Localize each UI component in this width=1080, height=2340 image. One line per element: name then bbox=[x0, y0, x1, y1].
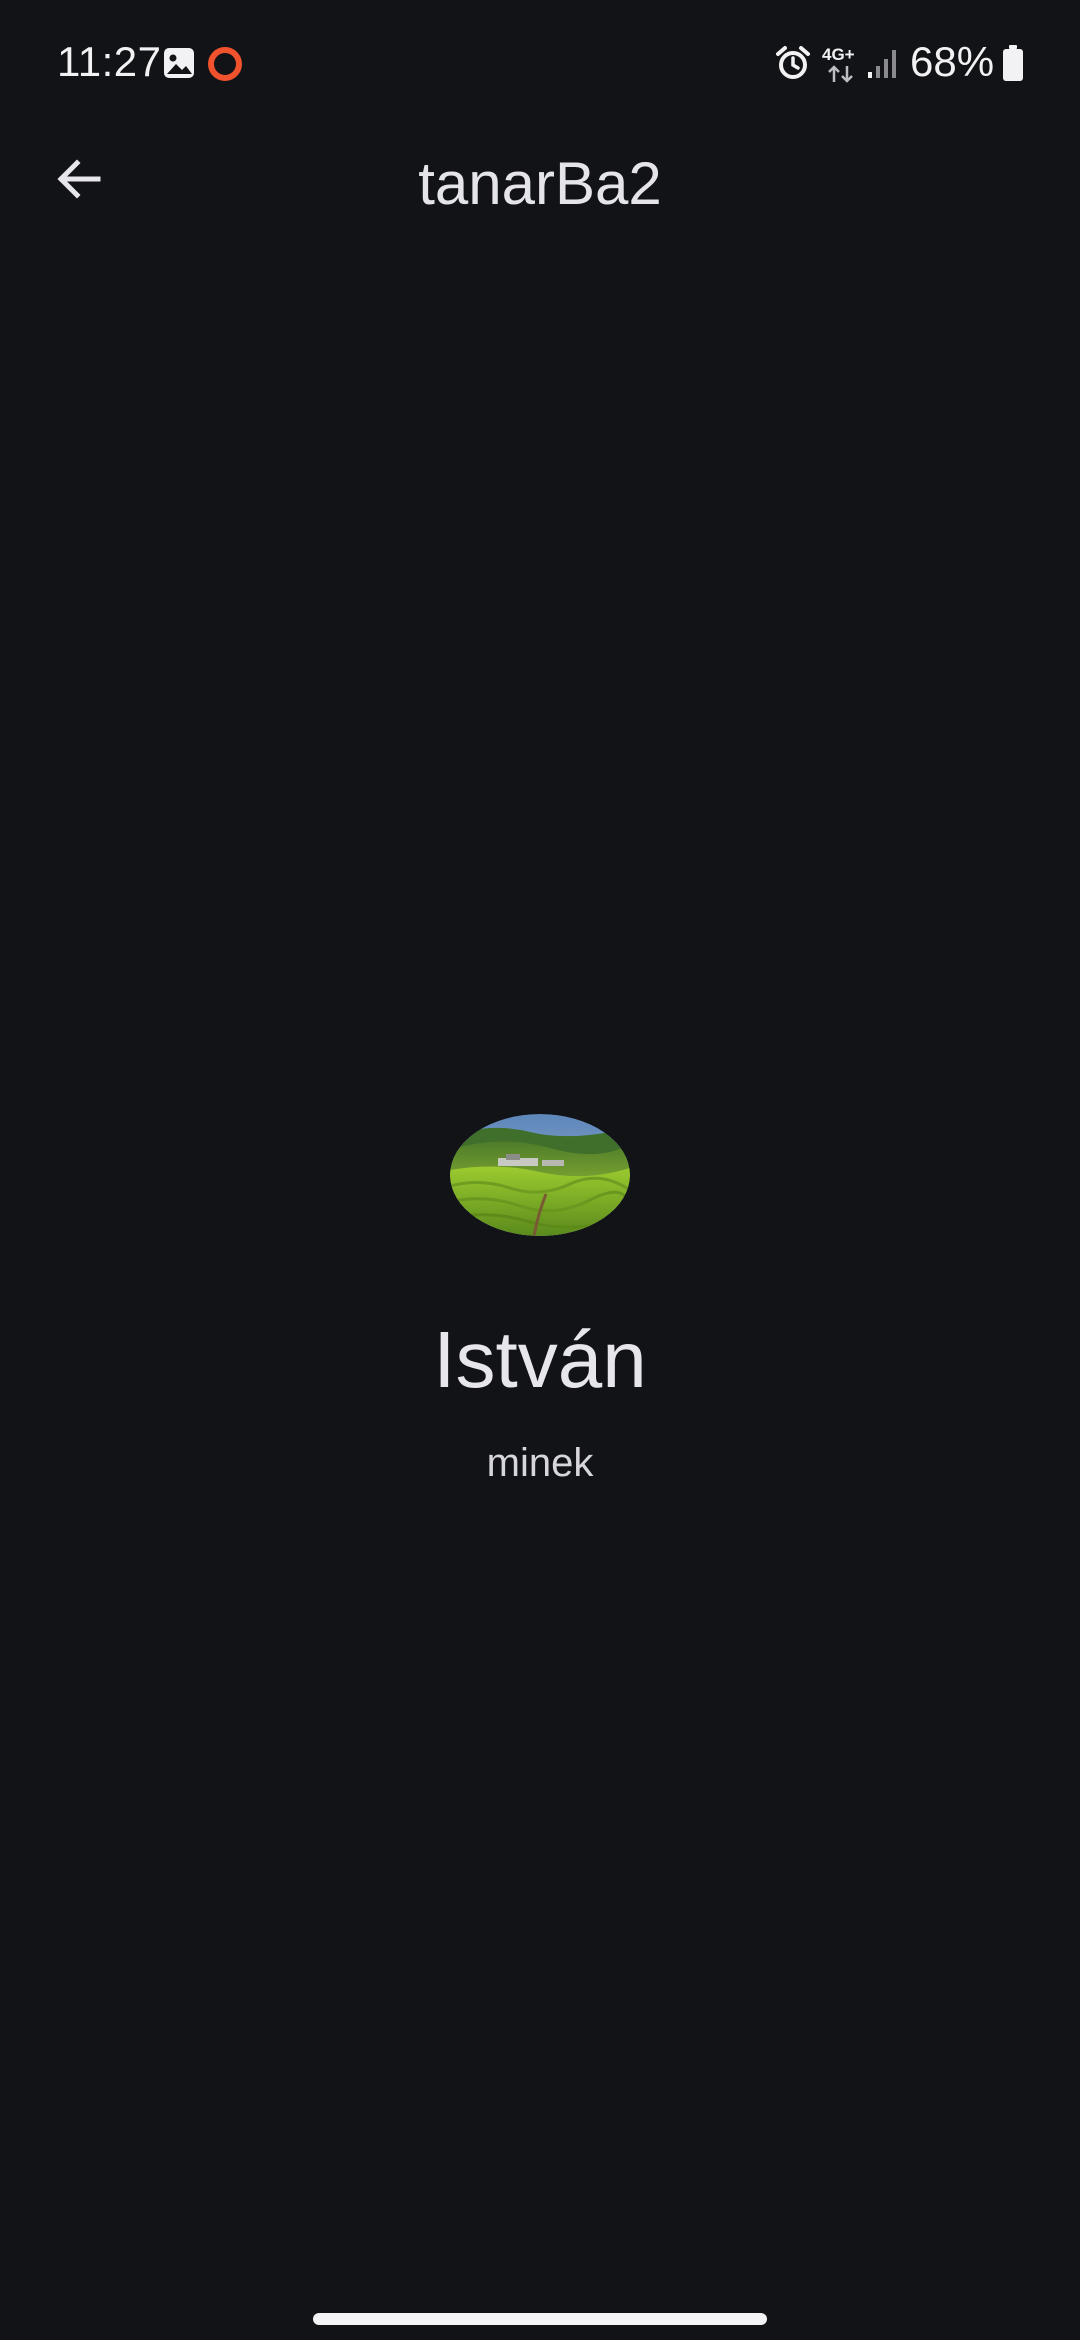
profile-subtitle: minek bbox=[486, 1441, 594, 1485]
status-time: 11:27 bbox=[57, 38, 162, 85]
battery-icon bbox=[1003, 45, 1023, 81]
alarm-icon bbox=[776, 46, 810, 79]
profile-name: István bbox=[433, 1315, 647, 1404]
arrow-back-icon bbox=[57, 159, 101, 199]
signal-icon bbox=[868, 50, 896, 78]
back-button[interactable] bbox=[30, 130, 128, 228]
network-data-icon bbox=[828, 65, 853, 83]
screen: 11:27 4G+ 68% tanarBa2 István minek bbox=[0, 0, 1080, 2340]
recording-indicator-icon bbox=[208, 47, 242, 81]
gallery-icon bbox=[164, 48, 194, 78]
network-type-label: 4G+ bbox=[822, 45, 855, 64]
status-bar: 11:27 4G+ 68% bbox=[0, 0, 1080, 128]
profile-avatar-image bbox=[450, 1114, 630, 1236]
page-title: tanarBa2 bbox=[418, 150, 662, 217]
gesture-navigation-handle[interactable] bbox=[313, 2313, 767, 2325]
battery-percentage: 68% bbox=[910, 38, 995, 85]
